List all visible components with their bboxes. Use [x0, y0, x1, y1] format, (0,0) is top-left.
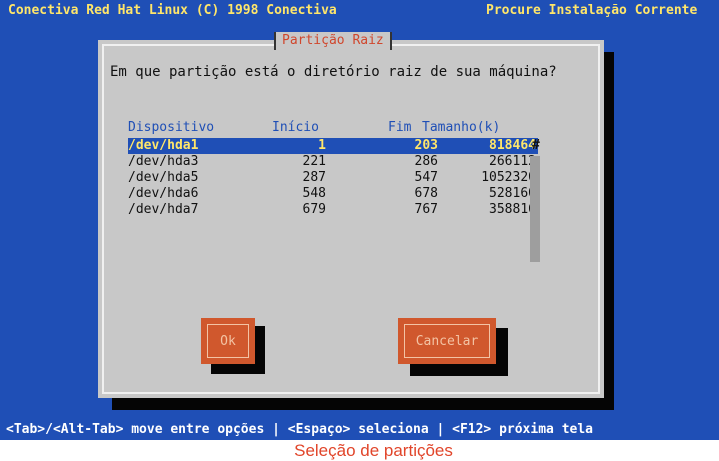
size-cell: 818464 [489, 138, 536, 153]
start-cell: 1 [318, 138, 326, 153]
device-cell: /dev/hda6 [128, 186, 199, 201]
partition-row[interactable]: /dev/hda5 287 547 1052320 [128, 170, 538, 186]
cancel-button[interactable]: Cancelar [398, 318, 496, 364]
partition-row-selected[interactable]: /dev/hda1 1 203 818464 [128, 138, 538, 154]
start-cell: 221 [302, 154, 326, 169]
device-cell: /dev/hda1 [128, 138, 199, 153]
col-header-end: Fim [388, 120, 412, 135]
product-banner: Conectiva Red Hat Linux (C) 1998 Conecti… [8, 3, 337, 18]
help-bar: <Tab>/<Alt-Tab> move entre opções | <Esp… [0, 420, 719, 440]
device-cell: /dev/hda7 [128, 202, 199, 217]
end-cell: 678 [414, 186, 438, 201]
dialog-frame [102, 44, 600, 394]
start-cell: 679 [302, 202, 326, 217]
partition-row[interactable]: /dev/hda7 679 767 358816 [128, 202, 538, 218]
root-partition-dialog: Partição Raiz Em que partição está o dir… [98, 32, 604, 398]
partition-list-header: Dispositivo Início Fim Tamanho(k) [128, 120, 538, 138]
partition-list[interactable]: Dispositivo Início Fim Tamanho(k) /dev/h… [128, 120, 538, 218]
start-cell: 548 [302, 186, 326, 201]
col-header-start: Início [272, 120, 319, 135]
size-cell: 358816 [489, 202, 536, 217]
list-scrollbar[interactable] [530, 156, 540, 262]
partition-row[interactable]: /dev/hda6 548 678 528160 [128, 186, 538, 202]
installer-screen: Conectiva Red Hat Linux (C) 1998 Conecti… [0, 0, 719, 440]
device-cell: /dev/hda5 [128, 170, 199, 185]
dialog-prompt: Em que partição está o diretório raiz de… [110, 64, 557, 80]
scroll-position-marker: # [532, 138, 540, 153]
partition-row[interactable]: /dev/hda3 221 286 266112 [128, 154, 538, 170]
end-cell: 767 [414, 202, 438, 217]
dialog-title: Partição Raiz [274, 32, 392, 50]
start-cell: 287 [302, 170, 326, 185]
top-bar: Conectiva Red Hat Linux (C) 1998 Conecti… [0, 0, 719, 22]
cancel-button-label: Cancelar [404, 324, 490, 358]
end-cell: 286 [414, 154, 438, 169]
end-cell: 203 [414, 138, 438, 153]
device-cell: /dev/hda3 [128, 154, 199, 169]
figure-caption: Seleção de partições [0, 440, 719, 461]
step-banner: Procure Instalação Corrente [486, 3, 698, 18]
size-cell: 1052320 [481, 170, 536, 185]
size-cell: 528160 [489, 186, 536, 201]
ok-button-label: Ok [207, 324, 249, 358]
col-header-size: Tamanho(k) [422, 120, 501, 135]
ok-button[interactable]: Ok [201, 318, 255, 364]
col-header-device: Dispositivo [128, 120, 215, 135]
size-cell: 266112 [489, 154, 536, 169]
end-cell: 547 [414, 170, 438, 185]
